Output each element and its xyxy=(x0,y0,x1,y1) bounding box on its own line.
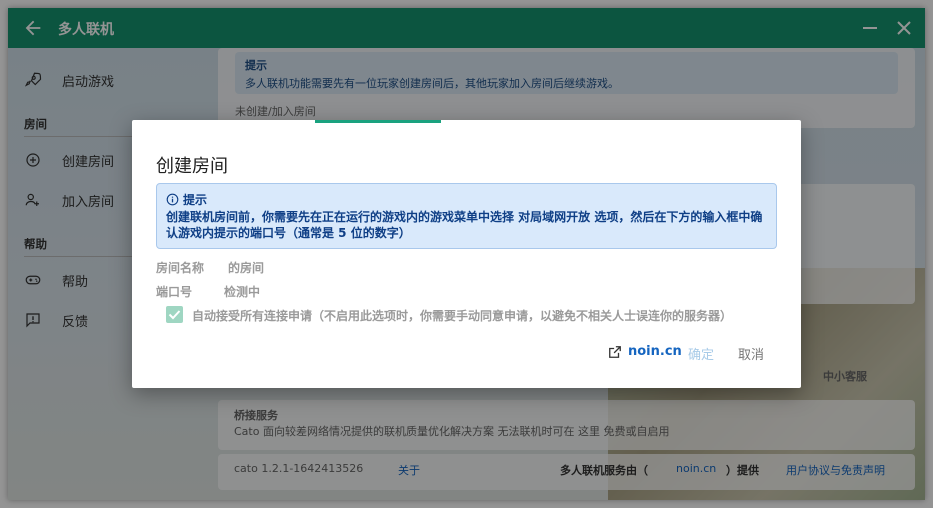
info-icon xyxy=(166,193,179,206)
auto-accept-checkbox[interactable] xyxy=(166,306,183,323)
port-label: 端口号 xyxy=(156,285,193,299)
auto-accept-label: 自动接受所有连接申请（不启用此选项时，你需要手动同意申请，以避免不相关人士误连你… xyxy=(192,309,733,323)
dialog-hint: 提示 创建联机房间前，你需要先在正在运行的游戏内的游戏菜单中选择 对局域网开放 … xyxy=(156,183,777,249)
create-room-dialog: 创建房间 提示 创建联机房间前，你需要先在正在运行的游戏内的游戏菜单中选择 对局… xyxy=(132,120,801,388)
noin-link-label: noin.cn xyxy=(628,344,682,359)
port-field[interactable]: 检测中 xyxy=(224,283,260,300)
loading-progress xyxy=(315,120,441,123)
room-name-label: 房间名称 xyxy=(156,261,205,275)
room-name-field[interactable]: 的房间 xyxy=(228,259,264,276)
hint-header: 提示 xyxy=(166,191,207,208)
hint-title: 提示 xyxy=(183,193,208,207)
confirm-button[interactable]: 确定 xyxy=(688,344,714,363)
hint-text: 创建联机房间前，你需要先在正在运行的游戏内的游戏菜单中选择 对局域网开放 选项，… xyxy=(166,210,763,240)
cancel-button[interactable]: 取消 xyxy=(738,344,764,363)
check-icon xyxy=(168,310,181,320)
noin-link[interactable]: noin.cn xyxy=(608,344,682,359)
dialog-title: 创建房间 xyxy=(156,156,228,177)
external-link-icon xyxy=(609,345,621,358)
